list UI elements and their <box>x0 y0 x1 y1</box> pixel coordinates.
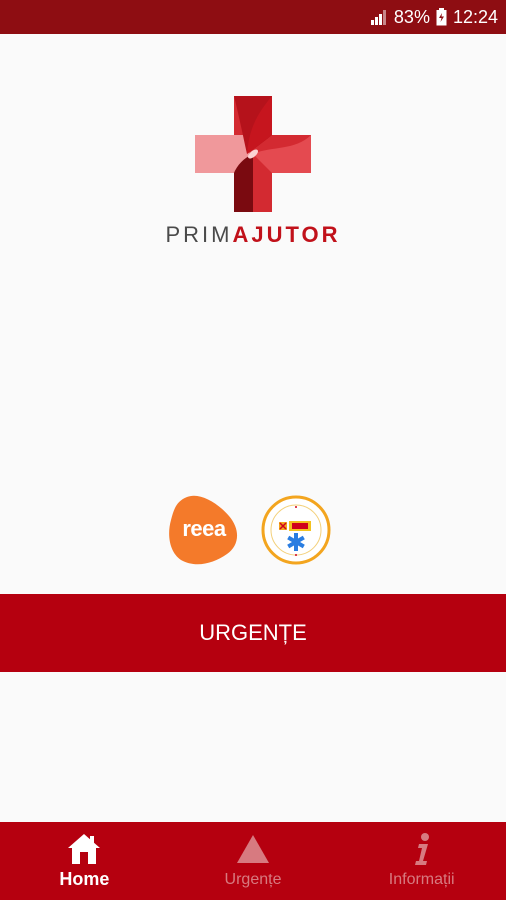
partner-logos: reea <box>0 494 506 566</box>
reea-logo-text: reea <box>182 516 226 541</box>
app-logo: PRIMAJUTOR <box>0 96 506 248</box>
logo-text-ajutor: AJUTOR <box>232 222 341 247</box>
urgente-button[interactable]: URGENȚE <box>0 594 506 672</box>
nav-item-urgente[interactable]: Urgențe <box>169 822 338 900</box>
nav-item-home[interactable]: Home <box>0 822 169 900</box>
clock: 12:24 <box>452 6 498 27</box>
nav-item-informatii[interactable]: Informații <box>337 822 506 900</box>
nav-label-urgente: Urgențe <box>224 871 282 888</box>
medical-cross-logo-icon <box>195 96 311 212</box>
signal-icon <box>370 9 388 25</box>
logo-wordmark: PRIMAJUTOR <box>165 222 340 248</box>
logo-text-prim: PRIM <box>165 222 233 247</box>
nav-label-informatii: Informații <box>388 871 455 888</box>
warning-triangle-icon <box>235 832 271 866</box>
nav-label-home: Home <box>59 869 110 889</box>
samaritanus-ambulance-logo <box>261 495 331 565</box>
info-icon <box>411 832 433 866</box>
battery-icon <box>436 8 447 26</box>
bottom-navigation: Home Urgențe Informații <box>0 822 506 900</box>
battery-percent: 83% <box>393 6 430 27</box>
home-icon <box>67 832 101 866</box>
status-bar: 83% 12:24 <box>0 0 506 34</box>
reea-logo: reea <box>169 494 239 566</box>
